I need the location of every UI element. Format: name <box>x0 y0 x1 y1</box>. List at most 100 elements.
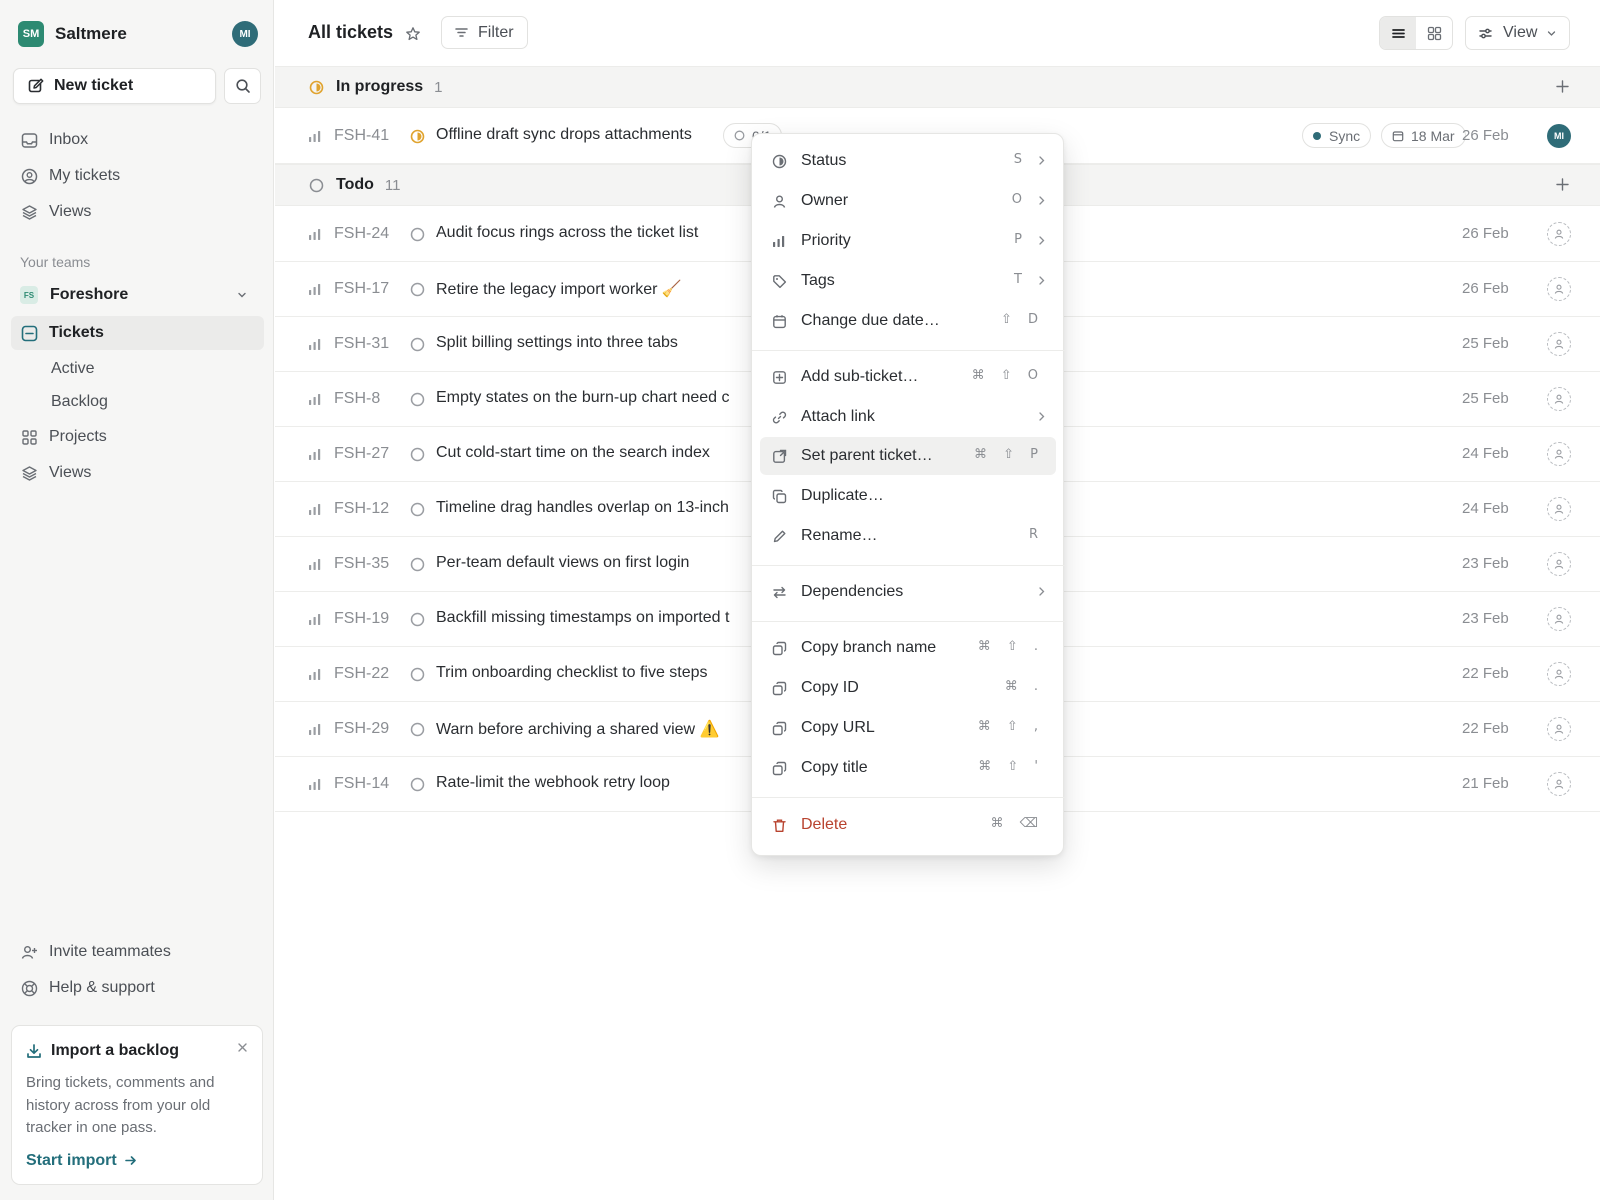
ticket-title: Warn before archiving a shared view ⚠️ <box>436 721 720 738</box>
grid-icon <box>1427 26 1442 41</box>
menu-divider <box>752 565 1065 566</box>
priority-icon[interactable] <box>308 338 322 350</box>
person-icon <box>770 192 788 210</box>
ticket-title: Backfill missing timestamps on imported … <box>436 609 730 626</box>
todo-status-icon[interactable] <box>410 447 425 462</box>
todo-status-icon[interactable] <box>410 777 425 792</box>
unassigned-avatar-icon[interactable] <box>1547 442 1571 466</box>
start-import-link[interactable]: Start import <box>26 1152 248 1170</box>
search-button[interactable] <box>224 68 261 104</box>
todo-status-icon[interactable] <box>410 557 425 572</box>
priority-icon[interactable] <box>308 393 322 405</box>
priority-icon[interactable] <box>308 668 322 680</box>
view-label: View <box>1503 24 1538 41</box>
todo-status-icon[interactable] <box>410 667 425 682</box>
sidebar-item-my-tickets[interactable]: My tickets <box>20 162 120 190</box>
group-header-in-progress[interactable]: In progress 1 <box>275 66 1600 108</box>
unassigned-avatar-icon[interactable] <box>1547 222 1571 246</box>
priority-icon[interactable] <box>308 448 322 460</box>
menu-item-copy-title[interactable]: Copy title ⌘ ⇧ ' <box>760 749 1056 787</box>
ticket-title: Cut cold-start time on the search index <box>436 444 710 461</box>
menu-item-copy-id[interactable]: Copy ID ⌘ . <box>760 669 1056 707</box>
filter-button[interactable]: Filter <box>441 16 528 49</box>
todo-status-icon[interactable] <box>410 282 425 297</box>
menu-item-attach-link[interactable]: Attach link <box>760 398 1056 436</box>
menu-item-copy-url[interactable]: Copy URL ⌘ ⇧ , <box>760 709 1056 747</box>
star-icon[interactable] <box>405 26 421 42</box>
avatar[interactable]: MI <box>1547 124 1571 148</box>
user-avatar[interactable]: MI <box>232 21 258 47</box>
menu-item-copy-branch-name[interactable]: Copy branch name ⌘ ⇧ . <box>760 629 1056 667</box>
label-text: Sync <box>1329 127 1361 144</box>
help-support-link[interactable]: Help & support <box>20 974 155 1002</box>
menu-item-tags[interactable]: Tags T <box>760 262 1056 300</box>
invite-teammates-link[interactable]: Invite teammates <box>20 938 171 966</box>
menu-item-rename[interactable]: Rename… R <box>760 517 1056 555</box>
menu-item-duplicate[interactable]: Duplicate… <box>760 477 1056 515</box>
priority-icon[interactable] <box>308 228 322 240</box>
unassigned-avatar-icon[interactable] <box>1547 552 1571 576</box>
menu-item-owner[interactable]: Owner O <box>760 182 1056 220</box>
menu-item-dependencies[interactable]: Dependencies <box>760 573 1056 611</box>
sidebar-item-tickets[interactable]: Tickets <box>11 316 264 350</box>
sidebar-item-projects[interactable]: Projects <box>20 423 107 451</box>
todo-status-icon[interactable] <box>410 227 425 242</box>
menu-item-label: Owner <box>801 192 849 209</box>
priority-icon[interactable] <box>308 723 322 735</box>
priority-icon[interactable] <box>308 283 322 295</box>
group-name: In progress <box>336 78 424 95</box>
chevron-down-icon[interactable] <box>236 289 248 301</box>
close-icon[interactable] <box>237 1042 248 1053</box>
priority-icon[interactable] <box>308 130 322 142</box>
menu-item-change-due-date[interactable]: Change due date… ⇧ D <box>760 302 1056 340</box>
unassigned-avatar-icon[interactable] <box>1547 717 1571 741</box>
todo-status-icon[interactable] <box>410 337 425 352</box>
list-layout-button[interactable] <box>1380 17 1416 49</box>
sidebar-item-backlog[interactable]: Backlog <box>51 393 108 411</box>
plus-icon[interactable] <box>1555 79 1570 94</box>
unassigned-avatar-icon[interactable] <box>1547 332 1571 356</box>
import-card-header: Import a backlog <box>26 1042 248 1060</box>
unassigned-avatar-icon[interactable] <box>1547 277 1571 301</box>
menu-item-label: Add sub-ticket… <box>801 368 919 385</box>
new-ticket-button[interactable]: New ticket <box>13 68 216 104</box>
sidebar-item-active[interactable]: Active <box>51 360 95 378</box>
plus-icon[interactable] <box>1555 177 1570 192</box>
unassigned-avatar-icon[interactable] <box>1547 772 1571 796</box>
todo-status-icon[interactable] <box>410 392 425 407</box>
half-circle-icon <box>770 152 788 170</box>
todo-status-icon[interactable] <box>410 502 425 517</box>
menu-item-set-parent-ticket[interactable]: Set parent ticket… ⌘ ⇧ P <box>760 437 1056 475</box>
todo-status-icon[interactable] <box>410 612 425 627</box>
workspace-switcher[interactable]: SM Saltmere MI <box>18 20 258 48</box>
todo-status-icon[interactable] <box>410 722 425 737</box>
team-foreshore[interactable]: FS Foreshore <box>20 281 256 309</box>
priority-icon[interactable] <box>308 778 322 790</box>
search-icon <box>235 78 251 94</box>
in-progress-status-icon[interactable] <box>410 129 425 144</box>
unassigned-avatar-icon[interactable] <box>1547 662 1571 686</box>
sidebar-item-views[interactable]: Views <box>20 198 91 226</box>
due-date-chip[interactable]: 18 Mar <box>1381 123 1466 148</box>
sidebar-item-label: My tickets <box>49 167 121 184</box>
priority-icon[interactable] <box>308 613 322 625</box>
view-options-button[interactable]: View <box>1465 16 1570 50</box>
label-chip[interactable]: Sync <box>1302 123 1372 148</box>
board-layout-button[interactable] <box>1416 17 1452 49</box>
unassigned-avatar-icon[interactable] <box>1547 497 1571 521</box>
menu-item-add-sub-ticket[interactable]: Add sub-ticket… ⌘ ⇧ O <box>760 358 1056 396</box>
sidebar-item-inbox[interactable]: Inbox <box>20 126 88 154</box>
group-count: 11 <box>384 176 401 194</box>
arrow-right-icon <box>124 1154 137 1167</box>
unassigned-avatar-icon[interactable] <box>1547 387 1571 411</box>
priority-icon[interactable] <box>308 558 322 570</box>
menu-item-priority[interactable]: Priority P <box>760 222 1056 260</box>
menu-item-delete[interactable]: Delete ⌘ ⌫ <box>760 806 1056 844</box>
unassigned-avatar-icon[interactable] <box>1547 607 1571 631</box>
priority-icon[interactable] <box>308 503 322 515</box>
menu-item-status[interactable]: Status S <box>760 142 1056 180</box>
ticket-id: FSH-35 <box>334 555 390 572</box>
menu-shortcut: S <box>1013 152 1028 167</box>
sidebar-item-team-views[interactable]: Views <box>20 459 91 487</box>
parent-ticket-icon <box>770 447 788 465</box>
